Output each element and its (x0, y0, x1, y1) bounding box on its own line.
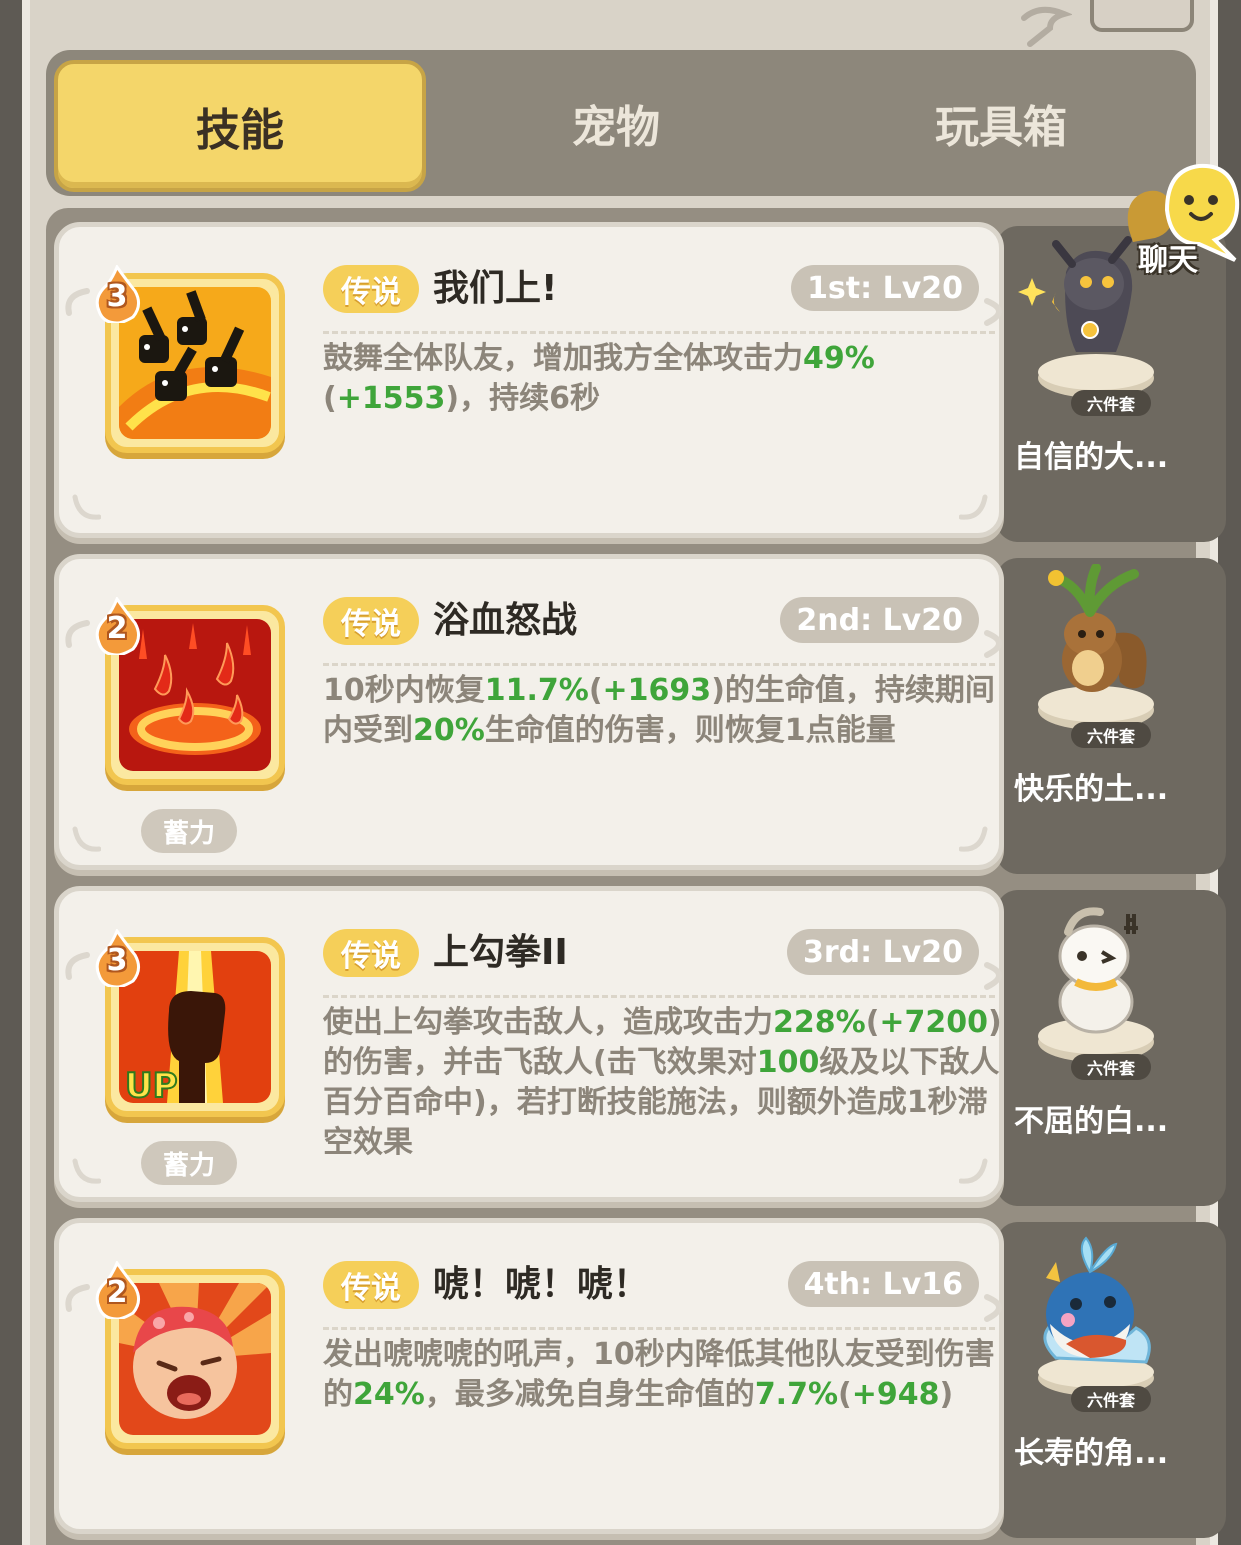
divider (323, 995, 995, 998)
description-text: )，持续6秒 (445, 381, 600, 416)
skill-level-badge: 2 (93, 1259, 141, 1321)
highlight-value: 228% (773, 1005, 866, 1040)
skill-name: 我们上! (433, 268, 558, 309)
skill-slot-level: 3rd: Lv20 (786, 929, 979, 975)
pet-set-tag: 六件套 (1071, 390, 1151, 416)
highlight-value: 49% (803, 341, 875, 376)
highlight-value: 7.7% (754, 1377, 839, 1412)
description-text: 生命值的伤害，则恢复1点能量 (484, 713, 896, 748)
tab-pets[interactable]: 宠物 (466, 50, 766, 196)
pet-name: 不屈的白... (1014, 1104, 1169, 1139)
pet-set-tag: 六件套 (1071, 1054, 1151, 1080)
highlight-value: +7200 (879, 1005, 989, 1040)
up-badge: UP (125, 1066, 178, 1103)
rally-icon (119, 287, 271, 439)
skill-name: 浴血怒战 (433, 600, 578, 641)
skill-description: 鼓舞全体队友，增加我方全体攻击力49% (+1553)，持续6秒 (323, 339, 1003, 419)
curl-deco-icon (72, 826, 101, 852)
skill-card[interactable]: 3 传说 我们上! 1st: Lv20 鼓舞全体队友，增加我方全体攻击力49% (… (54, 222, 1004, 538)
whale-pet-icon[interactable] (1016, 1228, 1166, 1398)
tab-bar: 技能 宠物 玩具箱 (46, 50, 1196, 196)
pet-set-tag: 六件套 (1071, 722, 1151, 748)
divider (323, 1327, 995, 1330)
description-text: ，最多减免自身生命值的 (424, 1377, 755, 1412)
curl-deco-icon (65, 1284, 90, 1312)
description-text: ) (939, 1377, 954, 1412)
frame-inner-left (22, 0, 30, 1545)
highlight-value: +948 (851, 1377, 940, 1412)
curl-deco-icon (984, 1294, 1002, 1322)
description-text: ( (838, 1377, 852, 1412)
tab-toybox[interactable]: 玩具箱 (846, 50, 1156, 196)
description-text: ( (588, 673, 603, 708)
skill-card[interactable]: 2 蓄力 传说 浴血怒战 2nd: Lv20 10秒内恢复11.7%(+1693… (54, 554, 1004, 870)
chat-label[interactable]: 聊天 (1138, 235, 1198, 279)
highlight-value: 20% (413, 713, 485, 748)
curl-deco-icon (72, 1158, 101, 1184)
pet-set-tag: 六件套 (1071, 1386, 1151, 1412)
uppercut-fist-icon: UP (119, 951, 271, 1103)
highlight-value: +1693 (602, 673, 712, 708)
charge-badge: 蓄力 (141, 809, 237, 853)
description-text: 10秒内恢复 (323, 673, 485, 708)
highlight-value: +1553 (336, 381, 446, 416)
curl-deco-icon (72, 494, 101, 520)
skill-row[interactable]: UP 3 蓄力 传说 上勾拳II 3rd: Lv20 使出上勾拳攻击敌人，造成攻… (46, 876, 1226, 1206)
curl-deco-icon (65, 952, 90, 980)
skill-row[interactable]: 2 蓄力 传说 浴血怒战 2nd: Lv20 10秒内恢复11.7%(+1693… (46, 544, 1226, 874)
pet-name: 自信的大... (1014, 440, 1169, 475)
pet-name: 长寿的角... (1014, 1436, 1169, 1471)
curl-deco-icon (984, 298, 1002, 326)
curl-deco-icon (959, 494, 988, 520)
rarity-badge: 传说 (323, 265, 419, 313)
rarity-badge: 传说 (323, 929, 419, 977)
divider (323, 663, 995, 666)
skill-name: 上勾拳II (433, 932, 568, 973)
blood-drops-icon (119, 619, 271, 771)
skill-card[interactable]: UP 3 蓄力 传说 上勾拳II 3rd: Lv20 使出上勾拳攻击敌人，造成攻… (54, 886, 1004, 1202)
charge-badge: 蓄力 (141, 1141, 237, 1185)
highlight-value: 100 (756, 1045, 820, 1080)
white-goat-pet-icon[interactable] (1016, 896, 1166, 1066)
squirrel-pet-icon[interactable] (1016, 564, 1166, 734)
skill-level-badge: 3 (93, 927, 141, 989)
skill-slot-level: 2nd: Lv20 (780, 597, 979, 643)
skill-name: 唬！唬！唬！ (433, 1264, 650, 1305)
curl-deco-icon (984, 630, 1002, 658)
skill-row[interactable]: 3 传说 我们上! 1st: Lv20 鼓舞全体队友，增加我方全体攻击力49% (… (46, 212, 1226, 542)
curl-deco-icon (959, 826, 988, 852)
highlight-value: 11.7% (484, 673, 589, 708)
description-text: 使出上勾拳攻击敌人，造成攻击力 (323, 1005, 773, 1040)
description-text: 鼓舞全体队友，增加我方全体攻击力 (323, 341, 803, 376)
skill-description: 发出唬唬唬的吼声，10秒内降低其他队友受到伤害的24%，最多减免自身生命值的7.… (323, 1335, 1003, 1415)
skill-slot-level: 4th: Lv16 (787, 1261, 979, 1307)
skill-description: 使出上勾拳攻击敌人，造成攻击力228%(+7200)的伤害，并击飞敌人(击飞效果… (323, 1003, 1003, 1163)
description-text: ( (323, 381, 337, 416)
frame-left (0, 0, 22, 1545)
curl-deco-icon (984, 962, 1002, 990)
divider (323, 331, 995, 334)
tab-skills[interactable]: 技能 (54, 60, 426, 192)
description-text: ( (865, 1005, 880, 1040)
skill-level-badge: 2 (93, 595, 141, 657)
skill-row[interactable]: 2 传说 唬！唬！唬！ 4th: Lv16 发出唬唬唬的吼声，10秒内降低其他队… (46, 1208, 1226, 1538)
roar-face-icon (119, 1283, 271, 1435)
skill-card[interactable]: 2 传说 唬！唬！唬！ 4th: Lv16 发出唬唬唬的吼声，10秒内降低其他队… (54, 1218, 1004, 1534)
highlight-value: 24% (353, 1377, 425, 1412)
rarity-badge: 传说 (323, 1261, 419, 1309)
pet-name: 快乐的土... (1014, 772, 1169, 807)
skill-level-badge: 3 (93, 263, 141, 325)
top-button[interactable] (1090, 0, 1194, 32)
skill-slot-level: 1st: Lv20 (791, 265, 979, 311)
curl-deco-icon (65, 620, 90, 648)
swirl-deco-icon (1021, 6, 1072, 47)
skill-description: 10秒内恢复11.7%(+1693)的生命值，持续期间内受到20%生命值的伤害，… (323, 671, 1003, 751)
curl-deco-icon (65, 288, 90, 316)
rarity-badge: 传说 (323, 597, 419, 645)
